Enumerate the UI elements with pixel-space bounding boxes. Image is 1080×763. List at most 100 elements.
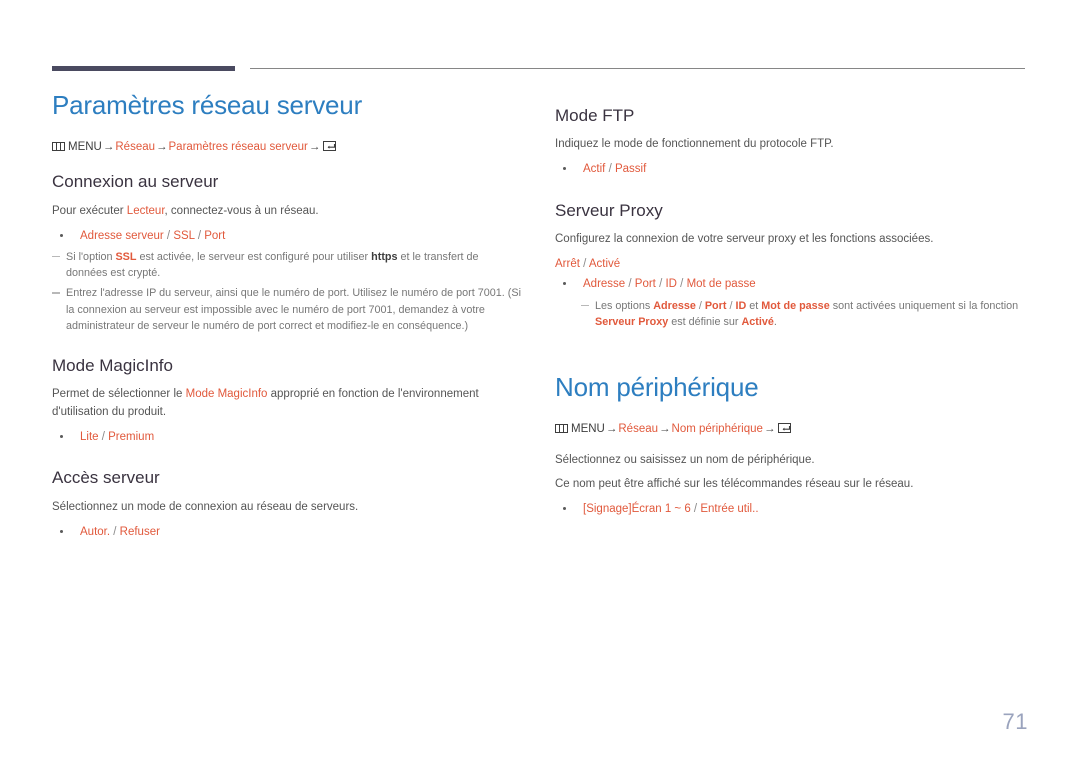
- breadcrumb-arrow-1: →: [102, 141, 115, 154]
- note-proxy-options: Les options Adresse / Port / ID et Mot d…: [581, 298, 1025, 330]
- note-part-a: Les options: [595, 299, 654, 312]
- page-title-right: Nom périphérique: [555, 371, 759, 402]
- note-bold-https: https: [371, 251, 398, 264]
- option-refuser: Refuser: [119, 525, 160, 538]
- paragraph-device-name-2: Ce nom peut être affiché sur les télécom…: [555, 478, 914, 491]
- options-list-acces: Autor. / Refuser: [52, 523, 522, 541]
- option-separator: /: [194, 229, 205, 242]
- note-accent-adresse: Adresse: [653, 299, 696, 312]
- option-active: Activé: [588, 257, 621, 270]
- section-heading-mode-magicinfo: Mode MagicInfo: [52, 355, 173, 375]
- note-separator: /: [695, 299, 705, 312]
- option-separator: /: [676, 278, 687, 291]
- note-part-c: est activée, le serveur est configuré po…: [136, 251, 372, 264]
- header-rule-dark: [52, 66, 235, 71]
- left-column: Paramètres réseau serveur MENU→Réseau→Pa…: [52, 90, 522, 545]
- option-item: [Signage]Écran 1 ~ 6 / Entrée util..: [555, 500, 1025, 518]
- option-premium: Premium: [108, 430, 155, 443]
- paragraph-magicinfo-intro: Permet de sélectionner le Mode MagicInfo…: [52, 386, 522, 422]
- paragraph-connexion-intro: Pour exécuter Lecteur, connectez-vous à …: [52, 203, 522, 221]
- option-separator: /: [579, 257, 589, 270]
- breadcrumb-item-reseau: Réseau: [115, 141, 156, 154]
- option-separator: /: [625, 278, 635, 291]
- option-id: ID: [665, 278, 677, 291]
- breadcrumb-menu-label: MENU: [571, 423, 605, 436]
- breadcrumb-item-nom-peripherique: Nom périphérique: [671, 423, 763, 436]
- option-entree-util: Entrée util.: [700, 503, 756, 516]
- note-part-g: sont activées uniquement si la fonction: [829, 299, 1019, 312]
- section-heading-mode-ftp: Mode FTP: [555, 106, 635, 125]
- note-part-k: .: [773, 315, 777, 328]
- options-list-device-name: [Signage]Écran 1 ~ 6 / Entrée util..: [555, 500, 1025, 518]
- breadcrumb-item-parametres: Paramètres réseau serveur: [168, 141, 308, 154]
- option-ssl: SSL: [173, 229, 195, 242]
- document-page: Paramètres réseau serveur MENU→Réseau→Pa…: [0, 0, 1080, 763]
- option-actif: Actif: [583, 163, 606, 176]
- intro-pre: Permet de sélectionner le: [52, 388, 186, 401]
- paragraph-ftp-intro: Indiquez le mode de fonctionnement du pr…: [555, 138, 834, 151]
- option-separator: /: [690, 503, 701, 516]
- note-accent-id: ID: [735, 299, 747, 312]
- option-item: Actif / Passif: [555, 160, 1025, 178]
- section-heading-serveur-proxy: Serveur Proxy: [555, 200, 663, 220]
- option-signage-ecran: [Signage]Écran 1 ~ 6: [583, 503, 691, 516]
- page-title-left: Paramètres réseau serveur: [52, 90, 363, 120]
- option-adresse-serveur: Adresse serveur: [80, 229, 164, 242]
- menu-grid-icon: [52, 142, 65, 152]
- section-heading-connexion-serveur: Connexion au serveur: [52, 172, 219, 192]
- option-period: .: [755, 503, 759, 516]
- note-accent-mot-de-passe: Mot de passe: [761, 299, 830, 312]
- option-item: Lite / Premium: [52, 428, 522, 446]
- paragraph-device-name-1: Sélectionnez ou saisissez un nom de péri…: [555, 454, 815, 467]
- breadcrumb-arrow-3: →: [308, 141, 321, 154]
- option-mot-de-passe: Mot de passe: [686, 278, 756, 291]
- option-separator: /: [110, 525, 120, 538]
- right-column: Mode FTP Indiquez le mode de fonctionnem…: [555, 90, 1025, 522]
- option-item: Autor. / Refuser: [52, 523, 522, 541]
- breadcrumb-item-reseau: Réseau: [618, 423, 659, 436]
- option-autor: Autor.: [80, 525, 111, 538]
- note-accent-port: Port: [704, 299, 727, 312]
- option-separator: /: [605, 163, 615, 176]
- intro-accent-mode-magicinfo: Mode MagicInfo: [185, 388, 268, 401]
- options-list-connexion: Adresse serveur / SSL / Port: [52, 227, 522, 245]
- options-list-ftp: Actif / Passif: [555, 160, 1025, 178]
- option-separator: /: [163, 229, 174, 242]
- option-adresse: Adresse: [583, 278, 626, 291]
- paragraph-proxy-intro: Configurez la connexion de votre serveur…: [555, 232, 934, 245]
- menu-grid-icon: [555, 424, 568, 434]
- option-item: Adresse serveur / SSL / Port: [52, 227, 522, 245]
- note-accent-active: Activé: [741, 315, 774, 328]
- options-list-magicinfo: Lite / Premium: [52, 428, 522, 446]
- note-port-7001: Entrez l'adresse IP du serveur, ainsi qu…: [52, 285, 522, 334]
- note-accent-serveur-proxy: Serveur Proxy: [595, 315, 669, 328]
- note-accent-ssl: SSL: [115, 251, 137, 264]
- enter-key-icon: [323, 141, 337, 152]
- breadcrumb-server-network: MENU→Réseau→Paramètres réseau serveur→: [52, 139, 522, 156]
- note-part-e: et: [746, 299, 762, 312]
- options-list-proxy: Adresse / Port / ID / Mot de passe: [555, 275, 1025, 293]
- breadcrumb-menu-label: MENU: [68, 141, 102, 154]
- page-number: 71: [1002, 709, 1028, 734]
- option-lite: Lite: [80, 430, 99, 443]
- note-part-i: est définie sur: [668, 315, 742, 328]
- option-port: Port: [634, 278, 656, 291]
- option-port: Port: [204, 229, 226, 242]
- header-rule-thin: [250, 68, 1025, 69]
- option-item: Adresse / Port / ID / Mot de passe: [555, 275, 1025, 293]
- note-ssl-https: Si l'option SSL est activée, le serveur …: [52, 249, 522, 281]
- intro-pre: Pour exécuter: [52, 204, 127, 217]
- enter-key-icon: [778, 423, 792, 434]
- option-passif: Passif: [614, 163, 647, 176]
- breadcrumb-arrow-2: →: [156, 141, 168, 154]
- paragraph-acces-intro: Sélectionnez un mode de connexion au rés…: [52, 500, 359, 513]
- breadcrumb-arrow-3: →: [763, 423, 776, 436]
- breadcrumb-device-name: MENU→Réseau→Nom périphérique→: [555, 421, 1025, 438]
- intro-accent-lecteur: Lecteur: [126, 204, 165, 217]
- section-heading-acces-serveur: Accès serveur: [52, 468, 160, 488]
- breadcrumb-arrow-2: →: [659, 423, 671, 436]
- option-arret: Arrêt: [555, 257, 580, 270]
- breadcrumb-arrow-1: →: [605, 423, 618, 436]
- proxy-state-options: Arrêt / Activé: [555, 255, 1025, 273]
- note-part-a: Si l'option: [66, 251, 116, 264]
